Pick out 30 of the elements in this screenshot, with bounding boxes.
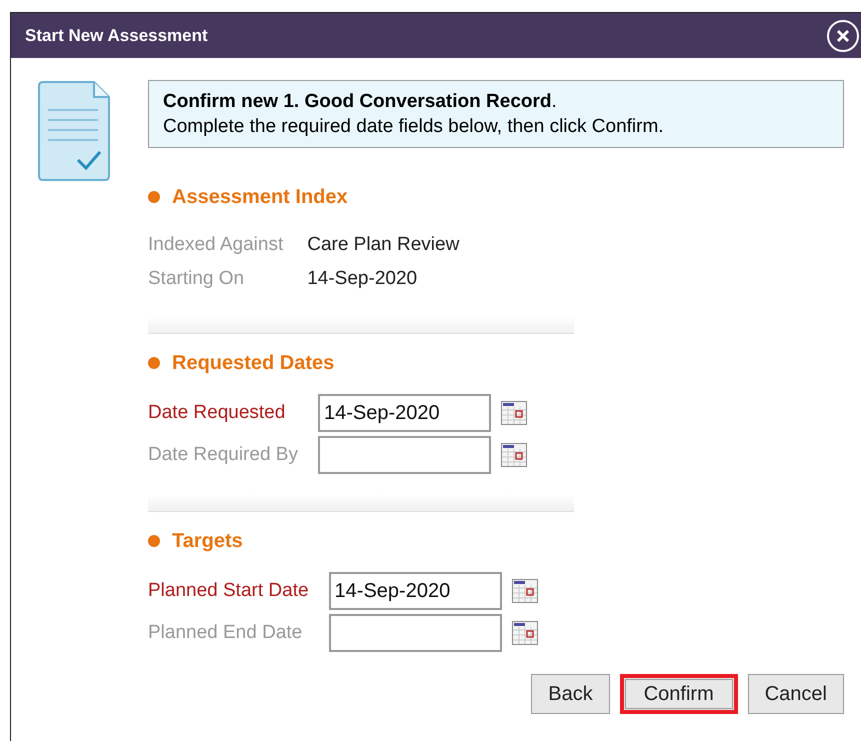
- section-bullet-icon: [148, 357, 160, 369]
- date-field[interactable]: 14-Sep-2020: [318, 394, 491, 432]
- calendar-icon[interactable]: [512, 621, 538, 645]
- calendar-icon[interactable]: [500, 443, 527, 467]
- field-value: Care Plan Review: [307, 233, 460, 257]
- field-value: 14-Sep-2020: [307, 267, 418, 291]
- document-check-icon: [36, 80, 112, 182]
- field-label: Starting On: [148, 267, 246, 291]
- field-label: Date Required By: [148, 442, 298, 467]
- section-bullet-icon: [148, 535, 160, 547]
- calendar-icon[interactable]: [512, 579, 538, 603]
- date-field[interactable]: [318, 436, 491, 474]
- section-bullet-icon: [148, 191, 160, 203]
- dialog-button[interactable]: Confirm: [620, 674, 738, 714]
- window-title: Start New Assessment: [25, 24, 208, 47]
- section-heading: Assessment Index: [172, 185, 348, 210]
- date-field[interactable]: 14-Sep-2020: [328, 572, 502, 610]
- date-field[interactable]: [328, 614, 502, 652]
- section-heading: Requested Dates: [172, 351, 334, 376]
- dialog-button[interactable]: Back: [531, 674, 610, 714]
- field-label: Date Requested: [148, 400, 286, 425]
- field-label: Planned End Date: [148, 620, 304, 645]
- close-icon: [836, 28, 850, 42]
- field-label: Planned Start Date: [148, 578, 309, 603]
- calendar-icon[interactable]: [500, 401, 527, 425]
- close-button[interactable]: [827, 20, 859, 52]
- info-message: Confirm new 1. Good Conversation Record. Complete the required date fields below, then click Confirm.: [148, 80, 844, 148]
- dialog-button[interactable]: Cancel: [748, 674, 844, 714]
- section-heading: Targets: [172, 529, 243, 554]
- field-label: Indexed Against: [148, 233, 284, 257]
